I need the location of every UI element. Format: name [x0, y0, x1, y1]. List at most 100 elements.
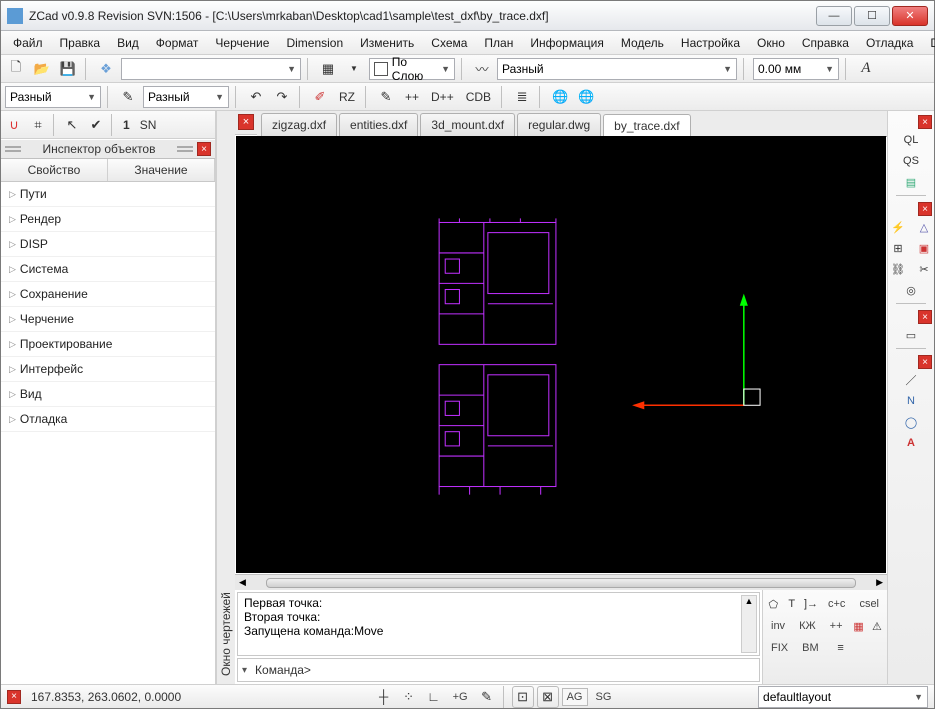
ql-button[interactable]: QL: [898, 130, 924, 150]
bm-label[interactable]: BM: [797, 639, 824, 657]
layout-combo[interactable]: defaultlayout ▼: [758, 686, 928, 708]
globe2-icon[interactable]: 🌐: [575, 86, 597, 108]
tab-regular[interactable]: regular.dwg: [517, 113, 601, 136]
undo-icon[interactable]: ↶: [245, 86, 267, 108]
pp2-label[interactable]: ++: [825, 617, 848, 635]
check-icon[interactable]: ✔: [85, 114, 107, 136]
linetype-icon[interactable]: 〰: [471, 58, 493, 80]
log-vscroll[interactable]: ▲: [741, 595, 757, 653]
layers-icon[interactable]: ❖: [95, 58, 117, 80]
chevron-down-icon[interactable]: ▾: [238, 665, 251, 676]
close-status-icon[interactable]: ×: [7, 690, 21, 704]
globe1-icon[interactable]: 🌐: [549, 86, 571, 108]
menu-format[interactable]: Формат: [148, 33, 207, 53]
color-combo[interactable]: По Слою ▼: [369, 58, 455, 80]
inspector-tree[interactable]: ▷Пути ▷Рендер ▷DISP ▷Система ▷Сохранение…: [1, 182, 215, 684]
vertical-tab-label[interactable]: Окно чертежей: [216, 111, 235, 684]
ortho-icon[interactable]: ∟: [423, 686, 445, 708]
text-icon[interactable]: A: [898, 433, 924, 453]
bars-icon[interactable]: ≣: [511, 86, 533, 108]
menu-help[interactable]: Справка: [794, 33, 857, 53]
menu-settings[interactable]: Настройка: [673, 33, 748, 53]
tab-bytrace[interactable]: by_trace.dxf: [603, 114, 690, 137]
tree-item[interactable]: ▷Отладка: [1, 407, 215, 432]
close-button[interactable]: ✕: [892, 6, 928, 26]
btn-rz[interactable]: RZ: [335, 90, 359, 104]
bolt-icon[interactable]: ⚡: [885, 217, 911, 237]
snap1-icon[interactable]: ⊡: [512, 686, 534, 708]
grip-icon[interactable]: [177, 146, 193, 152]
maximize-button[interactable]: ☐: [854, 6, 890, 26]
hammer-icon[interactable]: T: [784, 594, 798, 614]
tree-item[interactable]: ▷Вид: [1, 382, 215, 407]
sel-icon[interactable]: ▣: [911, 238, 935, 258]
sn-label[interactable]: SN: [136, 118, 161, 132]
command-line[interactable]: ▾ Команда>: [237, 658, 760, 682]
prop-icon[interactable]: ⊞: [885, 238, 911, 258]
tool-edit-icon[interactable]: ✐: [309, 86, 331, 108]
target-icon[interactable]: ◎: [898, 280, 924, 300]
menu-modify[interactable]: Изменить: [352, 33, 422, 53]
command-input[interactable]: [315, 661, 759, 679]
menu-edit[interactable]: Правка: [52, 33, 109, 53]
csel-label[interactable]: csel: [854, 595, 884, 613]
lineweight-combo[interactable]: 0.00 мм ▼: [753, 58, 839, 80]
menu-view[interactable]: Вид: [109, 33, 147, 53]
brush-icon[interactable]: ✎: [117, 86, 139, 108]
tree-item[interactable]: ▷Рендер: [1, 207, 215, 232]
unlink-icon[interactable]: ✂: [911, 259, 935, 279]
bracket-icon[interactable]: ]→: [803, 594, 819, 614]
tree-item[interactable]: ▷Черчение: [1, 307, 215, 332]
expand-icon[interactable]: ▷: [9, 239, 16, 250]
btn-pp[interactable]: ++: [401, 90, 423, 104]
pencil-icon[interactable]: ✎: [375, 86, 397, 108]
new-icon[interactable]: 🗋: [5, 58, 27, 80]
minimize-button[interactable]: —: [816, 6, 852, 26]
close-doc-icon[interactable]: ×: [238, 114, 254, 130]
qs-button[interactable]: QS: [898, 151, 924, 171]
linetype-combo[interactable]: Разный ▼: [497, 58, 737, 80]
textstyle-icon[interactable]: A: [855, 58, 877, 80]
save-icon[interactable]: 💾: [57, 58, 79, 80]
menu-db[interactable]: DB: [922, 33, 935, 53]
tab-3dmount[interactable]: 3d_mount.dxf: [420, 113, 515, 136]
grid-small-icon[interactable]: ▦: [852, 616, 866, 636]
zigzag-icon[interactable]: N: [898, 391, 924, 411]
close-panel-icon[interactable]: ×: [197, 142, 211, 156]
expand-icon[interactable]: ▷: [9, 339, 16, 350]
col-value[interactable]: Значение: [108, 159, 215, 181]
btn-dpp[interactable]: D++: [427, 90, 458, 104]
close-right-icon[interactable]: ×: [918, 115, 932, 129]
pen-icon[interactable]: ✎: [476, 686, 498, 708]
circle-icon[interactable]: ◯: [898, 412, 924, 432]
tree-item[interactable]: ▷Сохранение: [1, 282, 215, 307]
col-property[interactable]: Свойство: [1, 159, 108, 181]
snap-icon[interactable]: ⌗: [27, 114, 49, 136]
tree-item[interactable]: ▷DISP: [1, 232, 215, 257]
tab-entities[interactable]: entities.dxf: [339, 113, 418, 136]
fix-label[interactable]: FIX: [766, 639, 793, 657]
open-icon[interactable]: 📂: [31, 58, 53, 80]
menu-file[interactable]: Файл: [5, 33, 51, 53]
expand-icon[interactable]: ▷: [9, 314, 16, 325]
expand-icon[interactable]: ▷: [9, 264, 16, 275]
expand-icon[interactable]: ▷: [9, 189, 16, 200]
polygon-icon[interactable]: ⬠: [766, 594, 780, 614]
expand-icon[interactable]: ▷: [9, 389, 16, 400]
cursor-icon[interactable]: ↖: [61, 114, 83, 136]
tree-item[interactable]: ▷Интерфейс: [1, 357, 215, 382]
expand-icon[interactable]: ▷: [9, 414, 16, 425]
close-right-icon[interactable]: ×: [918, 355, 932, 369]
redo-icon[interactable]: ↷: [271, 86, 293, 108]
tree-item[interactable]: ▷Система: [1, 257, 215, 282]
btn-cdb[interactable]: CDB: [462, 90, 495, 104]
kzh-label[interactable]: КЖ: [794, 617, 821, 635]
snapgrid-icon[interactable]: ┼: [373, 686, 395, 708]
layers2-icon[interactable]: ▤: [898, 172, 924, 192]
magnet-icon[interactable]: ∪: [3, 114, 25, 136]
dots-icon[interactable]: ⁘: [398, 686, 420, 708]
snap2-icon[interactable]: ⊠: [537, 686, 559, 708]
command-log[interactable]: Первая точка: Вторая точка: Запущена ком…: [237, 592, 760, 656]
menu-dimension[interactable]: Dimension: [278, 33, 351, 53]
expand-icon[interactable]: ▷: [9, 364, 16, 375]
